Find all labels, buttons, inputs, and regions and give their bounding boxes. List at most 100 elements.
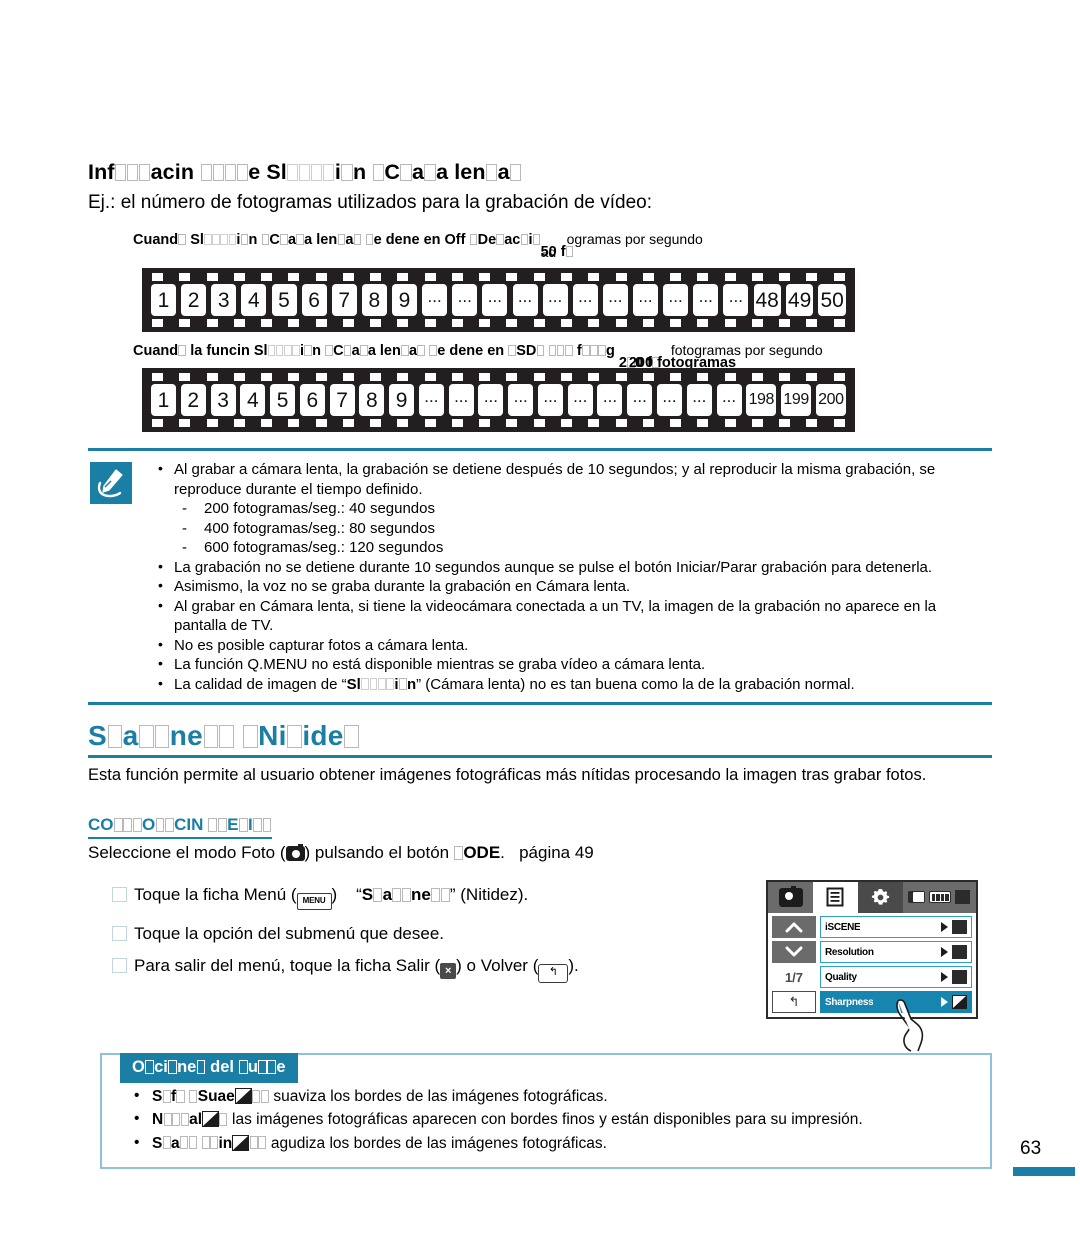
iscene-icon [952,920,967,934]
photo-mode-icon [285,844,305,861]
lcd-screen-mockup: 1/7 ↰ iSCENE Resolution Quality Sharpnes… [766,880,978,1019]
step-2-text: Toque la opción del submenú que desee. [134,924,445,943]
title-rule [88,755,992,758]
lcd-tab-bar [768,882,976,913]
lcd-menu-item-quality[interactable]: Quality [820,966,972,988]
options-badge: Oci ne del ue [120,1053,298,1083]
film-frame: 9 [392,284,417,316]
lcd-menu-list: iSCENE Resolution Quality Sharpness [820,916,972,1013]
options-list: Sf Suae suaviza los bordes de las imágen… [102,1075,990,1155]
film-perforations-bottom [150,319,847,327]
note-bullet: Al grabar a cámara lenta, la grabación s… [152,459,992,558]
page-accent-bar [1013,1167,1075,1176]
note-bullet: Al grabar en Cámara lenta, si tiene la v… [152,596,992,636]
record-mode-icon [955,890,970,904]
note-sub-bullet: 200 fotogramas/seg.: 40 segundos [174,499,992,519]
chevron-right-icon [941,947,948,957]
mode-instruction: Seleccione el modo Foto () pulsando el b… [88,843,594,862]
film-frame: ... [657,384,683,416]
film-frame: 5 [271,284,297,316]
film-frame: ... [418,384,444,416]
back-icon: ↰ [538,964,569,983]
exit-icon: × [440,963,457,979]
lcd-menu-item-resolution[interactable]: Resolution [820,941,972,963]
film-frame: 5 [270,384,296,416]
list-icon [826,887,843,907]
option-normal: Nal las imágenes fotográficas aparecen c… [130,1107,990,1131]
film-frame: ... [512,284,538,316]
film-frame: 7 [329,384,355,416]
lcd-menu-item-sharpness[interactable]: Sharpness [820,991,972,1013]
lcd-back-button[interactable]: ↰ [772,991,816,1013]
note-bullet: Asimismo, la voz no se graba durante la … [152,576,992,597]
page-indicator: 1/7 [784,969,804,985]
film-frame: ... [452,284,478,316]
intro-paragraph: Esta función permite al usuario obtener … [88,766,927,784]
filmstrip-50fps: 1 2 3 4 5 6 7 8 9...............................… [142,268,855,332]
submenu-options-box: Ocine del ue Sf Suae suaviza los bordes … [100,1053,992,1169]
film-frame: ... [693,284,719,316]
soft-icon [234,1088,252,1104]
lcd-item-label: iSCENE [825,921,861,933]
note-bullet-list: Al grabar a cámara lenta, la grabación s… [88,459,992,695]
film-frame: ... [723,284,749,316]
film-frame: 50 [818,284,846,316]
film-frame: ... [542,284,568,316]
note-box: Al grabar a cámara lenta, la grabación s… [88,448,992,705]
film-frame: 7 [331,284,357,316]
scroll-down-button[interactable] [772,941,816,963]
sd-card-icon [908,891,925,903]
film-frame: ... [448,384,474,416]
battery-icon [929,891,951,903]
document-page: Inf acin e Sl i n Caa len a Ej.: el número d… [0,0,1080,1235]
menu-tab[interactable] [813,882,858,913]
steps-list: Toque la ficha Menú (MENU) “S a ne” (Nitid… [112,885,579,997]
sub-heading: CO O CIN EI [88,815,272,839]
sharp-icon [232,1134,250,1151]
chevron-right-icon [941,997,948,1007]
quality-icon [952,970,967,984]
film-frame: 1 [151,384,176,416]
film-frame: 6 [299,384,325,416]
note-bullet: La grabación no se detiene durante 10 se… [152,557,992,578]
film-frame: 198 [746,384,777,416]
section-subtitle: Ej.: el número de fotogramas utilizados … [88,192,652,213]
film-frame: 3 [210,384,236,416]
step-number-2 [112,926,127,941]
strip2-caption: Cuand la funcin Sl i n Caa len a e dene en … [133,342,823,371]
film-frame: ... [537,384,563,416]
film-perforations-top [150,373,847,381]
lcd-item-label: Resolution [825,946,874,958]
film-perforations-bottom [150,419,847,427]
option-sharp: Sa in agudiza los bordes de las imágenes… [130,1130,990,1155]
chevron-down-icon [785,946,803,957]
lcd-menu-item-iscene[interactable]: iSCENE [820,916,972,938]
film-frame: 3 [211,284,237,316]
lcd-status-icons [908,890,970,904]
film-frames: 1 2 3 4 5 6 7 8 9...............................… [150,283,847,317]
film-frame: ... [686,384,712,416]
step-number-1 [112,887,127,902]
lcd-nav-column: 1/7 ↰ [772,916,816,1013]
note-hand-icon [88,460,134,506]
settings-tab[interactable] [858,882,903,913]
scroll-up-button[interactable] [772,916,816,938]
normal-icon [202,1111,220,1128]
gear-icon [871,889,890,905]
film-frame: ... [482,284,508,316]
film-frame: ... [633,284,658,316]
film-frame: ... [602,284,628,316]
film-frame: ... [572,284,598,316]
film-frame: 200 [815,384,846,416]
film-frame: ... [597,384,623,416]
page-reference: página 49 [519,843,594,862]
film-frame: 8 [361,284,387,316]
camera-tab[interactable] [768,882,813,913]
step-3: Para salir del menú, toque la ficha Sali… [112,956,579,983]
film-frame: 9 [389,384,415,416]
note-bullet-last: La calidad de imagen de “Slin” (Cámara l… [152,674,992,695]
lcd-body: 1/7 ↰ iSCENE Resolution Quality Sharpnes… [768,913,976,1017]
film-perforations-top [150,273,847,281]
chevron-up-icon [785,922,803,933]
option-soft: Sf Suae suaviza los bordes de las imágen… [130,1084,990,1108]
